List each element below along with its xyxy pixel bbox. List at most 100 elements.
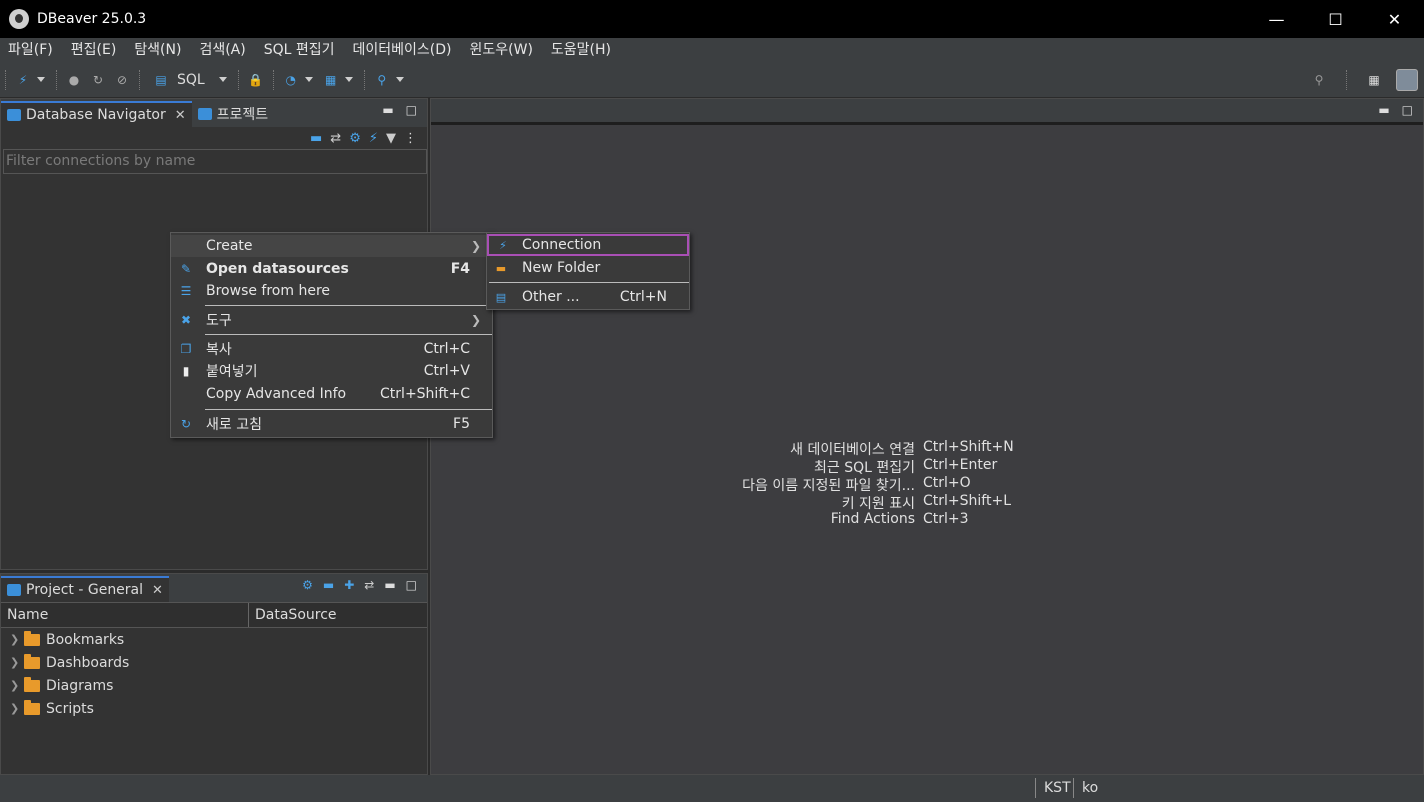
collapse-all-icon[interactable]: ▬ [310, 131, 322, 146]
minimize-panel-icon[interactable]: ▬ [384, 578, 395, 592]
tree-item-dashboards[interactable]: ❯ Dashboards [1, 651, 427, 674]
menu-item-paste[interactable]: ▮ 붙여넣기 Ctrl+V [171, 360, 492, 382]
configure-icon[interactable]: ⚙ [302, 578, 313, 592]
dashboard-dropdown[interactable] [304, 77, 313, 82]
navigator-toolbar: ▬ ⇄ ⚙ ⚡ ▼ ⋮ [1, 127, 427, 149]
sql-editor-dropdown[interactable] [218, 77, 227, 82]
shortcut-row: 다음 이름 지정된 파일 찾기... Ctrl+O [431, 475, 1424, 494]
new-connection-dropdown[interactable] [37, 77, 45, 82]
shortcut-label: Find Actions [830, 511, 915, 527]
menu-item-label: Copy Advanced Info [206, 386, 347, 402]
search-tool-icon[interactable]: ⚲ [373, 71, 391, 89]
filter-connection-icon[interactable]: ⚙ [349, 131, 361, 146]
reconnect-icon[interactable]: ↻ [89, 71, 107, 89]
maximize-button[interactable]: ☐ [1306, 0, 1365, 38]
chevron-right-icon[interactable]: ❯ [10, 656, 24, 669]
sql-editor-button[interactable]: ▤ SQL [149, 71, 204, 89]
maximize-panel-icon[interactable]: □ [1402, 103, 1413, 117]
menu-item-shortcut: Ctrl+V [423, 363, 470, 379]
close-icon[interactable]: ✕ [175, 108, 186, 123]
link-with-editor-icon[interactable]: ⇄ [330, 131, 341, 146]
toolbar-separator [56, 69, 57, 90]
menu-database[interactable]: 데이터베이스(D) [345, 38, 462, 62]
database-navigator-icon [7, 109, 21, 121]
status-timezone[interactable]: KST [1035, 778, 1071, 798]
shortcut-key: Ctrl+3 [923, 511, 969, 527]
minimize-button[interactable]: — [1247, 0, 1306, 38]
dashboard-icon[interactable]: ◔ [282, 71, 300, 89]
search-icon[interactable]: ⚲ [1310, 71, 1328, 89]
filter-connections-input[interactable]: Filter connections by name [3, 149, 427, 174]
menu-item-other[interactable]: ▤ Other ... Ctrl+N [487, 286, 689, 308]
tab-projects[interactable]: 프로젝트 [192, 101, 275, 127]
menu-item-new-folder[interactable]: ▬ New Folder [487, 257, 689, 279]
tree-item-scripts[interactable]: ❯ Scripts [1, 697, 427, 720]
diagrams-folder-icon [24, 676, 40, 692]
menu-sql-editor[interactable]: SQL 편집기 [256, 38, 345, 62]
shortcut-label: 최근 SQL 편집기 [813, 460, 915, 476]
menu-item-copy[interactable]: ❐ 복사 Ctrl+C [171, 338, 492, 360]
tab-database-navigator[interactable]: Database Navigator ✕ [1, 101, 192, 127]
chevron-right-icon[interactable]: ❯ [10, 702, 24, 715]
view-menu-icon[interactable]: ⋮ [404, 131, 417, 146]
collapse-all-icon[interactable]: ▬ [323, 578, 334, 592]
perspective-avatar-icon[interactable] [1396, 69, 1418, 91]
status-locale[interactable]: ko [1073, 778, 1098, 798]
menu-item-browse-from-here[interactable]: ☰ Browse from here [171, 280, 492, 302]
minimize-panel-icon[interactable]: ▬ [1378, 103, 1389, 117]
menu-item-connection[interactable]: ⚡ Connection [487, 234, 689, 256]
lock-icon[interactable]: 🔒 [247, 71, 265, 89]
status-bar: KST ko [0, 775, 1424, 802]
menu-item-shortcut: Ctrl+Shift+C [380, 386, 470, 402]
welcome-shortcuts: 새 데이터베이스 연결 Ctrl+Shift+N 최근 SQL 편집기 Ctrl… [431, 439, 1424, 529]
shortcut-label: 새 데이터베이스 연결 [790, 442, 915, 458]
new-connection-icon[interactable]: ⚡ [369, 131, 378, 146]
connect-icon[interactable]: ● [65, 71, 83, 89]
menu-help[interactable]: 도움말(H) [543, 38, 621, 62]
erd-icon[interactable]: ▦ [322, 71, 340, 89]
menu-search[interactable]: 검색(A) [191, 38, 255, 62]
chevron-right-icon[interactable]: ❯ [10, 633, 24, 646]
chevron-right-icon: ❯ [470, 313, 481, 327]
menu-item-label: 새로 고침 [206, 417, 262, 433]
close-button[interactable]: ✕ [1365, 0, 1424, 38]
menu-window[interactable]: 윈도우(W) [462, 38, 543, 62]
new-connection-icon[interactable]: ⚡ [14, 71, 32, 89]
expand-all-icon[interactable]: ✚ [344, 578, 354, 592]
menu-edit[interactable]: 편집(E) [63, 38, 127, 62]
scripts-folder-icon [24, 699, 40, 715]
project-icon [7, 584, 21, 596]
column-header-datasource[interactable]: DataSource [249, 603, 337, 627]
menu-item-open-datasources[interactable]: ✎ Open datasources F4 [171, 258, 492, 280]
bookmarks-folder-icon [24, 630, 40, 646]
open-perspective-icon[interactable]: ▦ [1365, 71, 1383, 89]
tree-item-diagrams[interactable]: ❯ Diagrams [1, 674, 427, 697]
menu-item-label: 붙여넣기 [206, 364, 258, 380]
menu-item-copy-advanced-info[interactable]: Copy Advanced Info Ctrl+Shift+C [171, 383, 492, 405]
search-tool-dropdown[interactable] [395, 77, 404, 82]
shortcut-row: 새 데이터베이스 연결 Ctrl+Shift+N [431, 439, 1424, 458]
maximize-panel-icon[interactable]: □ [406, 578, 417, 592]
menu-item-tools[interactable]: ✖ 도구 ❯ [171, 309, 492, 331]
menu-navigate[interactable]: 탐색(N) [126, 38, 191, 62]
tab-label: Project - General [26, 582, 144, 598]
link-with-editor-icon[interactable]: ⇄ [364, 578, 374, 592]
menu-item-refresh[interactable]: ↻ 새로 고침 F5 [171, 413, 492, 435]
main-toolbar: ⚡ ● ↻ ⊘ ▤ SQL 🔒 ◔ ▦ ⚲ ⚲ ▦ [0, 62, 1424, 98]
window-title: DBeaver 25.0.3 [37, 11, 147, 27]
chevron-down-icon[interactable]: ▼ [386, 131, 396, 146]
new-folder-icon: ▬ [495, 261, 507, 275]
tree-item-bookmarks[interactable]: ❯ Bookmarks [1, 628, 427, 651]
shortcut-key: Ctrl+Shift+N [923, 439, 1014, 455]
close-icon[interactable]: ✕ [152, 583, 163, 598]
menu-item-shortcut: Ctrl+N [619, 289, 667, 305]
minimize-panel-icon[interactable]: ▬ [382, 103, 393, 117]
chevron-right-icon[interactable]: ❯ [10, 679, 24, 692]
menu-item-create[interactable]: Create ❯ [171, 235, 492, 257]
erd-dropdown[interactable] [344, 77, 353, 82]
menu-file[interactable]: 파일(F) [0, 38, 63, 62]
maximize-panel-icon[interactable]: □ [406, 103, 417, 117]
column-header-name[interactable]: Name [1, 603, 249, 627]
tab-project-general[interactable]: Project - General ✕ [1, 576, 169, 602]
disconnect-icon[interactable]: ⊘ [113, 71, 131, 89]
